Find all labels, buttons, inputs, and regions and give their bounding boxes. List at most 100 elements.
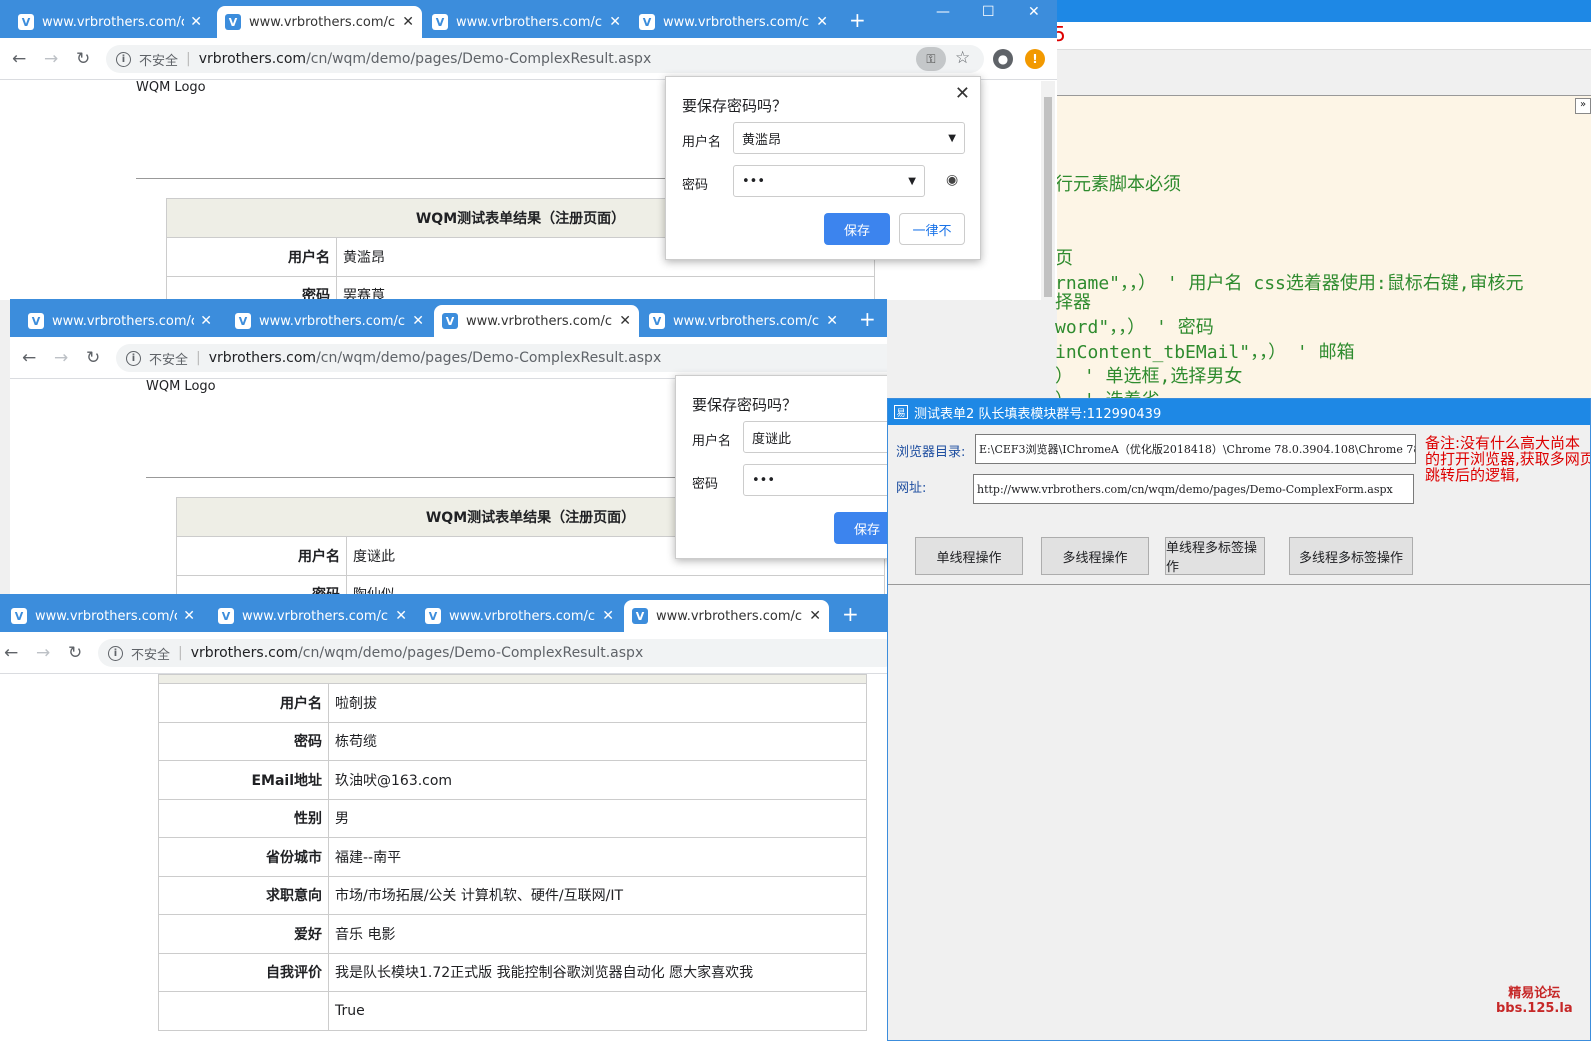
close-window-icon[interactable]: ✕ — [1028, 4, 1040, 20]
code-line: 择器 — [1055, 292, 1091, 313]
save-password-dialog: 要保存密码吗？ ✕ 用户名 黄滥昂 ▼ 密码 ••• ▼ ◉ 保存 一律不 — [665, 76, 981, 260]
browser-toolbar: ← → ↻ i 不安全 | vrbrothers.com/cn/wqm/demo… — [0, 38, 1057, 80]
vr-favicon-icon: V — [218, 608, 234, 624]
new-tab-button[interactable]: + — [842, 602, 859, 626]
code-line: ） ' 单选框,选择男女 — [1055, 366, 1243, 387]
scrollbar[interactable] — [1041, 81, 1055, 300]
dropdown-arrow-icon: ▼ — [908, 175, 916, 187]
table-row: 用户名 啦剞拔 — [158, 683, 867, 723]
browser-tab-active[interactable]: Vwww.vrbrothers.com/cn/w✕ — [624, 600, 829, 632]
password-select[interactable]: ••• ▼ — [733, 165, 925, 197]
username-label: 用户名 — [692, 434, 732, 449]
minimize-icon[interactable]: — — [936, 4, 950, 20]
vr-favicon-icon: V — [432, 14, 448, 30]
close-tab-icon[interactable]: ✕ — [412, 313, 424, 329]
account-icon[interactable]: ● — [993, 49, 1013, 69]
address-bar[interactable]: i 不安全 | vrbrothers.com/cn/wqm/demo/pages… — [116, 344, 887, 372]
update-warning-icon[interactable]: ! — [1025, 49, 1045, 69]
browser-tab-active[interactable]: Vwww.vrbrothers.com/cn/w✕ — [217, 6, 422, 38]
browser-tab[interactable]: Vwww.vrbrothers.com/cn/w✕ — [20, 305, 220, 337]
browser-tab[interactable]: Vwww.vrbrothers.com/cn/w✕ — [424, 6, 629, 38]
browser-toolbar: ← → ↻ i 不安全 | vrbrothers.com/cn/wqm/demo… — [0, 632, 887, 674]
browser-tab[interactable]: Vwww.vrbrothers.com/cn/w✕ — [631, 6, 836, 38]
close-tab-icon[interactable]: ✕ — [816, 14, 828, 30]
close-tab-icon[interactable]: ✕ — [609, 14, 621, 30]
save-button[interactable]: 保存 — [824, 213, 890, 245]
browser-tab-active[interactable]: Vwww.vrbrothers.com/cn/w✕ — [434, 305, 639, 337]
browser-tab[interactable]: Vwww.vrbrothers.com/cn/w✕ — [3, 600, 203, 632]
expand-icon[interactable]: » — [1575, 98, 1591, 114]
close-tab-icon[interactable]: ✕ — [826, 313, 838, 329]
bookmark-star-icon[interactable]: ☆ — [955, 48, 970, 68]
new-tab-button[interactable]: + — [849, 8, 866, 32]
browser-dir-label: 浏览器目录: — [896, 445, 966, 460]
close-tab-icon[interactable]: ✕ — [602, 608, 614, 624]
new-tab-button[interactable]: + — [859, 307, 876, 331]
browser-window-3: Vwww.vrbrothers.com/cn/w✕ Vwww.vrbrother… — [0, 594, 887, 1041]
info-icon[interactable]: i — [116, 51, 131, 67]
browser-tab[interactable]: Vwww.vrbrothers.com/cn/w✕ — [641, 305, 846, 337]
browser-tab[interactable]: Vwww.vrbrothers.com/cn/w✕ — [417, 600, 622, 632]
username-label: 用户名 — [682, 135, 722, 150]
forward-icon[interactable]: → — [54, 348, 68, 368]
back-icon[interactable]: ← — [4, 643, 18, 663]
close-tab-icon[interactable]: ✕ — [402, 14, 414, 30]
forward-icon[interactable]: → — [44, 49, 58, 69]
browser-tab[interactable]: Vwww.vrbrothers.com/cn/w✕ — [10, 6, 210, 38]
back-icon[interactable]: ← — [22, 348, 36, 368]
vr-favicon-icon: V — [649, 313, 665, 329]
table-row: 密码 栋苟缆 — [158, 721, 867, 761]
dropdown-arrow-icon: ▼ — [948, 132, 956, 144]
editor-header: 5 — [1053, 22, 1591, 50]
multi-thread-button[interactable]: 多线程操作 — [1041, 537, 1149, 575]
table-row: 自我评价 我是队长模块1.72正式版 我能控制谷歌浏览器自动化 愿大家喜欢我 — [158, 952, 867, 992]
back-icon[interactable]: ← — [12, 49, 26, 69]
reload-icon[interactable]: ↻ — [76, 49, 90, 69]
multi-thread-multi-tab-button[interactable]: 多线程多标签操作 — [1289, 537, 1413, 575]
tab-strip: Vwww.vrbrothers.com/cn/w✕ Vwww.vrbrother… — [10, 299, 887, 337]
close-dialog-icon[interactable]: ✕ — [955, 83, 970, 104]
username-select[interactable]: 度谜此 — [743, 421, 887, 453]
save-button[interactable]: 保存 — [834, 512, 887, 544]
code-line: word"，，） ' 密码 — [1055, 317, 1214, 338]
info-icon[interactable]: i — [126, 350, 141, 366]
tab-strip: Vwww.vrbrothers.com/cn/w✕ Vwww.vrbrother… — [0, 594, 887, 632]
browser-tab[interactable]: Vwww.vrbrothers.com/cn/w✕ — [210, 600, 415, 632]
scrollbar-thumb[interactable] — [1044, 97, 1052, 297]
url-input[interactable]: http://www.vrbrothers.com/cn/wqm/demo/pa… — [973, 474, 1414, 504]
table-row: True — [158, 991, 867, 1031]
username-select[interactable]: 黄滥昂 ▼ — [733, 122, 965, 154]
table-row: 性别男 — [158, 798, 867, 838]
address-bar[interactable]: i 不安全 | vrbrothers.com/cn/wqm/demo/pages… — [98, 639, 887, 667]
close-tab-icon[interactable]: ✕ — [183, 608, 195, 624]
vr-favicon-icon: V — [425, 608, 441, 624]
info-icon[interactable]: i — [108, 645, 123, 661]
vr-favicon-icon: V — [11, 608, 27, 624]
maximize-icon[interactable]: ☐ — [982, 4, 995, 20]
watermark: 精易论坛 bbs.125.la — [1496, 986, 1573, 1016]
close-tab-icon[interactable]: ✕ — [200, 313, 212, 329]
password-select[interactable]: ••• — [743, 464, 887, 496]
password-label: 密码 — [682, 178, 709, 193]
close-tab-icon[interactable]: ✕ — [190, 14, 202, 30]
reload-icon[interactable]: ↻ — [86, 348, 100, 368]
show-password-eye-icon[interactable]: ◉ — [946, 172, 958, 188]
address-bar[interactable]: i 不安全 | vrbrothers.com/cn/wqm/demo/pages… — [106, 45, 984, 73]
single-thread-button[interactable]: 单线程操作 — [915, 537, 1023, 575]
table-row: 求职意向 市场/市场拓展/公关 计算机软、硬件/互联网/IT — [158, 875, 867, 915]
code-line: rname"，，） ' 用户名 css选着器使用:鼠标右键,审核元 — [1055, 273, 1524, 294]
browser-tab[interactable]: Vwww.vrbrothers.com/cn/w✕ — [227, 305, 432, 337]
browser-dir-input[interactable]: E:\CEF3浏览器\IChromeA（优化版2018418）\Chrome 7… — [975, 434, 1416, 464]
password-key-icon[interactable]: ⚿ — [916, 47, 946, 71]
close-tab-icon[interactable]: ✕ — [395, 608, 407, 624]
code-line: 页 — [1055, 248, 1073, 269]
never-button[interactable]: 一律不 — [899, 213, 965, 245]
browser-window-2: Vwww.vrbrothers.com/cn/w✕ Vwww.vrbrother… — [10, 299, 887, 595]
reload-icon[interactable]: ↻ — [68, 643, 82, 663]
vr-favicon-icon: V — [18, 14, 34, 30]
note-text: 备注:没有什么高大尚本的打开浏览器,获取多网页跳转后的逻辑, — [1425, 434, 1591, 484]
single-thread-multi-tab-button[interactable]: 单线程多标签操作 — [1165, 537, 1265, 575]
forward-icon[interactable]: → — [36, 643, 50, 663]
close-tab-icon[interactable]: ✕ — [809, 608, 821, 624]
close-tab-icon[interactable]: ✕ — [619, 313, 631, 329]
